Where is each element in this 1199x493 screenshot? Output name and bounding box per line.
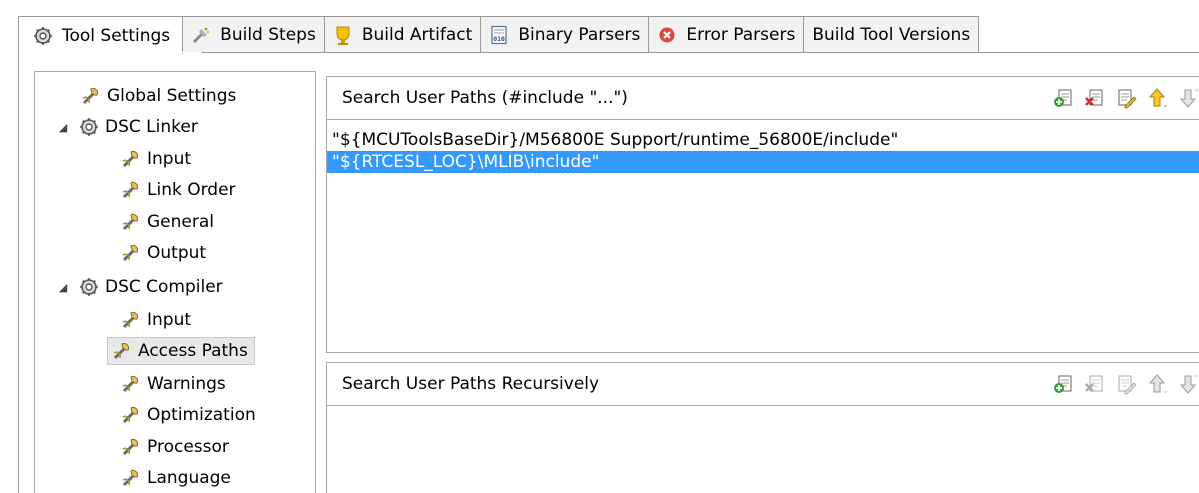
move-up-icon[interactable] bbox=[1146, 87, 1168, 109]
gear-icon bbox=[80, 118, 98, 136]
user-paths-panel: Search User Paths (#include "...") "${MC… bbox=[326, 76, 1199, 353]
recursive-paths-list[interactable] bbox=[327, 406, 1199, 493]
tab-binary-parsers[interactable]: 010 Binary Parsers bbox=[481, 16, 650, 53]
panel-title: Search User Paths (#include "...") bbox=[342, 88, 628, 108]
tree-item-compiler-input[interactable]: Input bbox=[121, 306, 191, 334]
tree-item-label: Language bbox=[147, 468, 231, 488]
recursive-paths-header: Search User Paths Recursively bbox=[327, 363, 1199, 406]
add-icon[interactable] bbox=[1053, 373, 1075, 395]
tree-item-label: Input bbox=[147, 149, 192, 169]
artifact-icon bbox=[336, 26, 350, 45]
gear-icon bbox=[34, 26, 52, 45]
tool-icon bbox=[122, 312, 138, 329]
tree-item-access-paths[interactable]: Access Paths bbox=[107, 337, 255, 365]
user-paths-list[interactable]: "${MCUToolsBaseDir}/M56800E Support/runt… bbox=[327, 120, 1199, 173]
tab-label: Build Steps bbox=[220, 24, 316, 45]
tree-item-warnings[interactable]: Warnings bbox=[121, 370, 226, 398]
tab-build-tool-versions[interactable]: Build Tool Versions bbox=[804, 16, 980, 53]
tree-item-label: DSC Compiler bbox=[105, 277, 223, 297]
tree-item-label: Access Paths bbox=[138, 341, 248, 361]
edit-icon[interactable] bbox=[1115, 87, 1137, 109]
tree-item-general[interactable]: General bbox=[121, 208, 214, 236]
tab-panel-border bbox=[18, 52, 19, 493]
recursive-paths-toolbar bbox=[1053, 373, 1199, 395]
tree-item-label: General bbox=[147, 212, 214, 232]
tab-tool-settings[interactable]: Tool Settings bbox=[18, 16, 184, 54]
panel-title: Search User Paths Recursively bbox=[342, 374, 600, 394]
tab-build-steps[interactable]: Build Steps bbox=[183, 16, 325, 53]
tree-item-label: Warnings bbox=[147, 374, 226, 394]
tab-label: Build Tool Versions bbox=[812, 24, 971, 45]
tool-icon bbox=[122, 376, 138, 393]
collapse-arrow-icon[interactable]: ◢ bbox=[57, 281, 69, 294]
tree-item-label: Output bbox=[147, 243, 207, 263]
tool-icon bbox=[122, 245, 138, 262]
tree-item-link-order[interactable]: Link Order bbox=[121, 176, 236, 204]
tab-label: Tool Settings bbox=[62, 25, 171, 46]
tree-item-label: Global Settings bbox=[107, 86, 237, 106]
tool-icon bbox=[82, 88, 98, 105]
tool-icon bbox=[122, 151, 138, 168]
tree-item-linker-input[interactable]: Input bbox=[121, 145, 191, 173]
tree-item-global-settings[interactable]: Global Settings bbox=[81, 82, 236, 110]
delete-icon[interactable] bbox=[1084, 87, 1106, 109]
tree-item-label: DSC Linker bbox=[105, 117, 198, 137]
tool-icon bbox=[122, 182, 138, 199]
add-icon[interactable] bbox=[1053, 87, 1075, 109]
tab-build-artifact[interactable]: Build Artifact bbox=[324, 16, 482, 53]
svg-text:010: 010 bbox=[494, 35, 506, 43]
tool-icon bbox=[122, 470, 138, 487]
collapse-arrow-icon[interactable]: ◢ bbox=[57, 121, 69, 134]
list-item[interactable]: "${MCUToolsBaseDir}/M56800E Support/runt… bbox=[327, 129, 1199, 151]
tree-item-label: Processor bbox=[147, 437, 229, 457]
move-up-icon[interactable] bbox=[1146, 373, 1168, 395]
tool-icon bbox=[122, 407, 138, 424]
tree-item-output[interactable]: Output bbox=[121, 239, 206, 267]
delete-icon[interactable] bbox=[1084, 373, 1106, 395]
tab-divider bbox=[18, 52, 1199, 53]
tool-icon bbox=[122, 439, 138, 456]
tab-error-parsers[interactable]: Error Parsers bbox=[649, 16, 805, 53]
tree-item-label: Optimization bbox=[147, 405, 256, 425]
tree-item-dsc-compiler[interactable]: ◢ DSC Compiler bbox=[57, 273, 223, 301]
user-paths-header: Search User Paths (#include "...") bbox=[327, 77, 1199, 120]
build-steps-icon bbox=[193, 27, 210, 43]
tree-item-language[interactable]: Language bbox=[121, 464, 231, 492]
user-paths-toolbar bbox=[1053, 87, 1199, 109]
tab-label: Error Parsers bbox=[686, 24, 796, 45]
tree-item-dsc-linker[interactable]: ◢ DSC Linker bbox=[57, 113, 198, 141]
tree-item-processor[interactable]: Processor bbox=[121, 433, 229, 461]
move-down-icon[interactable] bbox=[1177, 373, 1199, 395]
tool-icon bbox=[122, 214, 138, 231]
move-down-icon[interactable] bbox=[1177, 87, 1199, 109]
recursive-paths-panel: Search User Paths Recursively bbox=[326, 362, 1199, 493]
tab-label: Binary Parsers bbox=[518, 24, 641, 45]
tree-item-label: Link Order bbox=[147, 180, 236, 200]
tab-label: Build Artifact bbox=[361, 24, 473, 45]
list-item[interactable]: "${RTCESL_LOC}\MLIB\include" bbox=[327, 151, 1199, 173]
tree-item-label: Input bbox=[147, 310, 192, 330]
error-icon bbox=[659, 27, 675, 42]
binary-icon: 010 bbox=[491, 25, 507, 44]
tool-icon bbox=[113, 343, 129, 360]
gear-icon bbox=[80, 278, 98, 296]
settings-tree[interactable]: Global Settings ◢ DSC Linker Input Link … bbox=[34, 71, 316, 493]
edit-icon[interactable] bbox=[1115, 373, 1137, 395]
tree-item-optimization[interactable]: Optimization bbox=[121, 401, 256, 429]
tab-bar: Tool Settings Build Steps Build Artifact… bbox=[18, 16, 980, 54]
